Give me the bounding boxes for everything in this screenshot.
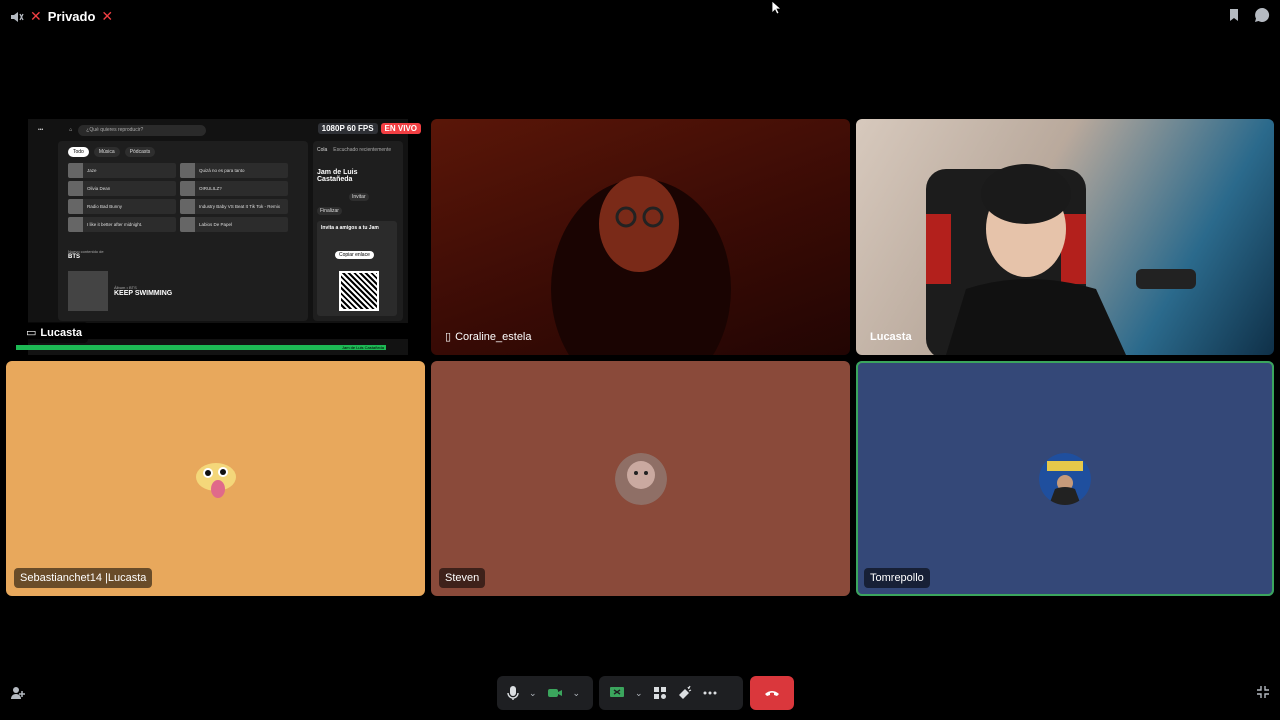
participant-tile-video[interactable]: Lucasta: [856, 119, 1274, 355]
avatar: [190, 453, 242, 505]
channel-name: Privado: [47, 9, 96, 24]
participant-tile-avatar[interactable]: Sebastianchet14 |Lucasta: [6, 361, 425, 596]
call-toolbar: ⌄ ⌄ ⌄: [0, 676, 1280, 710]
dots-icon: •••: [38, 127, 44, 133]
stream-right-panel: Cola Escuchado recientemente Jam de Luis …: [313, 141, 403, 321]
speaker-muted-icon[interactable]: [10, 11, 24, 23]
stream-section: Nuevo contenido de BTS: [68, 249, 104, 260]
stream-card: Radio Bad Bunny: [68, 199, 176, 214]
participant-name-tag: Lucasta: [870, 331, 912, 343]
quality-badge: 1080P 60 FPS: [317, 123, 378, 134]
microphone-icon[interactable]: [507, 685, 519, 701]
stream-card: Labios De Papel: [180, 217, 288, 232]
avatar: [1039, 452, 1091, 505]
jam-bar: Jam de Luis Castañeda: [16, 345, 386, 350]
stream-sidebar: [28, 143, 54, 333]
stream-search: ¿Qué quieres reproducir?: [78, 124, 207, 136]
participant-tile-avatar[interactable]: Steven: [431, 361, 850, 596]
chevron-down-icon[interactable]: ⌄: [573, 688, 581, 699]
chip: Todo: [68, 147, 89, 157]
chip: Pódcasts: [124, 147, 156, 157]
mobile-icon: ▯: [445, 331, 452, 343]
channel-header: ✕ Privado ✕: [10, 8, 113, 25]
av-controls: ⌄ ⌄: [497, 676, 593, 710]
more-icon[interactable]: [703, 691, 717, 695]
stream-card: OIRULILZ?: [180, 181, 288, 196]
chevron-down-icon[interactable]: ⌄: [635, 688, 643, 699]
soundboard-icon[interactable]: [677, 685, 693, 701]
camera-icon[interactable]: [547, 687, 563, 699]
participant-name-tag: Tomrepollo: [864, 568, 930, 588]
avatar: [614, 452, 667, 505]
chat-icon[interactable]: [1254, 7, 1270, 23]
stream-card: I like it better after midnight.: [68, 217, 176, 232]
stream-card: Jaze: [68, 163, 176, 178]
participant-tile-avatar[interactable]: Tomrepollo: [856, 361, 1274, 596]
participant-name-tag: Steven: [439, 568, 486, 588]
top-right-actions: [1228, 7, 1270, 23]
video-feed: [926, 164, 1196, 355]
chip: Música: [93, 147, 120, 157]
album-cover: [68, 271, 108, 311]
stream-card: Quizá no es para tanto: [180, 163, 288, 178]
stream-tile[interactable]: ••• ⌂ ¿Qué quieres reproducir? Todo Músi…: [6, 119, 425, 355]
participant-name-tag: ▭ Lucasta: [20, 322, 88, 343]
fullscreen-exit-icon[interactable]: [1256, 685, 1270, 704]
participant-name-tag: Sebastianchet14 |Lucasta: [14, 568, 153, 588]
screen-share-icon: ▭: [26, 327, 37, 339]
chevron-down-icon[interactable]: ⌄: [529, 688, 537, 699]
stream-main: Todo Música Pódcasts Jaze Quizá no es pa…: [58, 141, 308, 321]
stream-album: Álbum • BTS KEEP SWIMMING: [68, 271, 172, 311]
hangup-button[interactable]: [750, 676, 794, 710]
private-x-icon: ✕: [101, 8, 114, 24]
screen-share-icon[interactable]: [609, 686, 625, 700]
hangup-icon: [764, 684, 780, 702]
video-feed: [551, 176, 731, 355]
participant-name-tag: ▯ Coraline_estela: [445, 330, 532, 344]
shared-screen: ••• ⌂ ¿Qué quieres reproducir? Todo Músi…: [28, 119, 408, 355]
stream-badges: 1080P 60 FPS EN VIVO: [317, 123, 421, 134]
stream-card: Industry Baby VS Beat It Tik Tok - Remix: [180, 199, 288, 214]
mouse-cursor: [771, 0, 783, 20]
activities-icon[interactable]: [653, 686, 667, 700]
home-icon: ⌂: [69, 127, 73, 133]
private-x-icon: ✕: [30, 8, 42, 24]
qr-code: [339, 271, 379, 311]
bookmark-icon[interactable]: [1228, 8, 1240, 22]
activity-controls: ⌄: [599, 676, 743, 710]
participant-tile-video[interactable]: ▯ Coraline_estela: [431, 119, 850, 355]
stream-card: Olivia Dean: [68, 181, 176, 196]
live-badge: EN VIVO: [380, 123, 421, 134]
